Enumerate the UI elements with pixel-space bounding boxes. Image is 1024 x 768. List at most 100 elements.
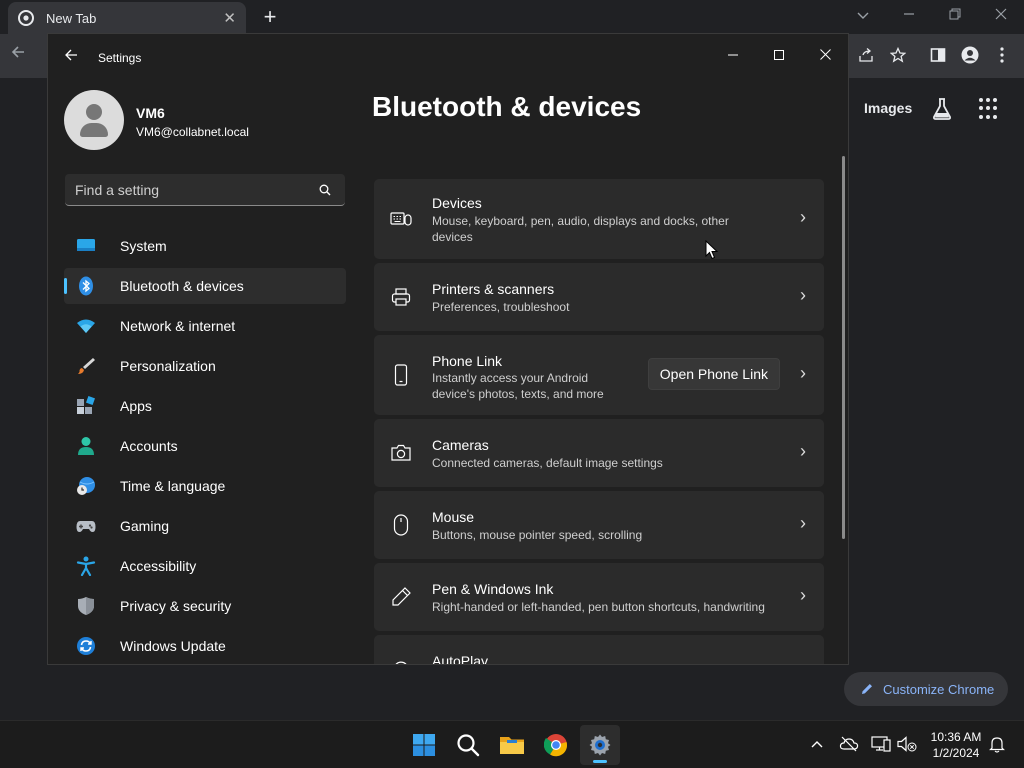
- autoplay-card[interactable]: AutoPlay ›: [374, 635, 824, 665]
- chevron-right-icon: ›: [800, 363, 806, 383]
- settings-search-box[interactable]: [65, 174, 345, 206]
- settings-back-icon[interactable]: [64, 48, 78, 67]
- settings-search-input[interactable]: [75, 181, 313, 198]
- card-subtitle: Mouse, keyboard, pen, audio, displays an…: [432, 214, 729, 228]
- chrome-tab-search-icon[interactable]: [840, 4, 886, 28]
- network-icon[interactable]: [870, 733, 892, 755]
- labs-flask-icon[interactable]: [931, 97, 953, 121]
- customize-chrome-button[interactable]: Customize Chrome: [844, 672, 1008, 706]
- chrome-side-panel-icon[interactable]: [927, 44, 949, 66]
- card-title: Cameras: [432, 437, 489, 453]
- brush-icon: [76, 356, 96, 376]
- chrome-tab[interactable]: New Tab ✕: [8, 2, 246, 34]
- open-phone-link-button[interactable]: Open Phone Link: [647, 358, 780, 390]
- phone-icon: [390, 364, 412, 386]
- settings-taskbar-button[interactable]: [580, 725, 620, 765]
- nav-item-gaming[interactable]: Gaming: [64, 508, 346, 544]
- nav-item-windows-update[interactable]: Windows Update: [64, 628, 346, 664]
- nav-label: Gaming: [120, 518, 170, 534]
- clock-date: 1/2/2024: [932, 746, 980, 760]
- clock-time: 10:36 AM: [930, 730, 982, 744]
- bluetooth-icon: [76, 276, 96, 296]
- chrome-bookmark-star-icon[interactable]: [887, 44, 909, 66]
- chrome-profile-icon[interactable]: [959, 44, 981, 66]
- nav-item-system[interactable]: System: [64, 228, 346, 264]
- nav-item-network[interactable]: Network & internet: [64, 308, 346, 344]
- pencil-icon: [862, 684, 872, 694]
- settings-minimize-icon[interactable]: [710, 40, 756, 72]
- nav-item-bluetooth-devices[interactable]: Bluetooth & devices: [64, 268, 346, 304]
- nav-item-privacy-security[interactable]: Privacy & security: [64, 588, 346, 624]
- file-explorer-button[interactable]: [492, 725, 532, 765]
- chrome-logo-icon: [544, 734, 568, 757]
- onedrive-offline-icon[interactable]: [838, 733, 860, 755]
- chevron-right-icon: ›: [800, 657, 806, 664]
- nav-label: Bluetooth & devices: [120, 278, 244, 294]
- nav-label: Accessibility: [120, 558, 197, 574]
- nav-label: Network & internet: [120, 318, 236, 334]
- card-subtitle: Instantly access your Android: [432, 371, 589, 385]
- notification-bell-icon[interactable]: [986, 733, 1008, 755]
- search-button[interactable]: [448, 725, 488, 765]
- printers-scanners-card[interactable]: Printers & scanners Preferences, trouble…: [374, 263, 824, 331]
- chrome-restore-icon[interactable]: [932, 4, 978, 28]
- settings-window-title: Settings: [98, 51, 142, 65]
- nav-item-accessibility[interactable]: Accessibility: [64, 548, 346, 584]
- gear-icon: [589, 734, 611, 756]
- globe-clock-icon: [76, 476, 96, 496]
- ntp-images-link[interactable]: Images: [864, 100, 912, 116]
- accessibility-icon: [76, 556, 96, 576]
- cameras-card[interactable]: Cameras Connected cameras, default image…: [374, 419, 824, 487]
- show-hidden-icons-chevron-up-icon[interactable]: [806, 733, 828, 755]
- mouse-cursor-icon: [705, 240, 719, 260]
- card-subtitle: Right-handed or left-handed, pen button …: [432, 600, 765, 614]
- controller-icon: [76, 516, 96, 536]
- profile-name: VM6: [136, 105, 165, 121]
- start-button[interactable]: [404, 725, 444, 765]
- chrome-minimize-icon[interactable]: [886, 4, 932, 28]
- apps-icon: [76, 396, 96, 416]
- google-apps-icon[interactable]: [979, 98, 1001, 120]
- card-title: AutoPlay: [432, 653, 489, 665]
- pen-windows-ink-card[interactable]: Pen & Windows Ink Right-handed or left-h…: [374, 563, 824, 631]
- chrome-back-icon[interactable]: [10, 44, 26, 65]
- settings-maximize-icon[interactable]: [756, 40, 802, 72]
- chrome-menu-icon[interactable]: [991, 44, 1013, 66]
- nav-item-apps[interactable]: Apps: [64, 388, 346, 424]
- card-subtitle: Connected cameras, default image setting…: [432, 456, 663, 470]
- nav-item-accounts[interactable]: Accounts: [64, 428, 346, 464]
- card-title: Devices: [432, 195, 482, 211]
- content-scrollbar[interactable]: [842, 156, 845, 539]
- chrome-tab-close-icon[interactable]: ✕: [223, 9, 236, 27]
- chevron-right-icon: ›: [800, 207, 806, 227]
- volume-muted-icon[interactable]: [896, 733, 918, 755]
- chevron-right-icon: ›: [800, 285, 806, 305]
- devices-card[interactable]: Devices Mouse, keyboard, pen, audio, dis…: [374, 179, 824, 259]
- devices-icon: [390, 208, 412, 230]
- chevron-right-icon: ›: [800, 513, 806, 533]
- settings-window: Settings VM6 VM6@collabnet.local System: [47, 33, 849, 665]
- chevron-right-icon: ›: [800, 585, 806, 605]
- folder-icon: [500, 737, 524, 754]
- nav-item-time-language[interactable]: Time & language: [64, 468, 346, 504]
- taskbar-clock[interactable]: 10:36 AM 1/2/2024: [922, 729, 990, 761]
- windows-logo-icon: [413, 734, 435, 756]
- chrome-taskbar-button[interactable]: [536, 725, 576, 765]
- card-subtitle: Preferences, troubleshoot: [432, 300, 570, 314]
- mouse-card[interactable]: Mouse Buttons, mouse pointer speed, scro…: [374, 491, 824, 559]
- chrome-close-icon[interactable]: [978, 4, 1024, 28]
- pen-icon: [390, 586, 412, 608]
- nav-label: Time & language: [120, 478, 226, 494]
- mouse-icon: [390, 514, 412, 536]
- settings-close-icon[interactable]: [802, 40, 848, 72]
- chrome-share-icon[interactable]: [855, 44, 877, 66]
- nav-label: Privacy & security: [120, 598, 232, 614]
- nav-item-personalization[interactable]: Personalization: [64, 348, 346, 384]
- nav-label: Personalization: [120, 358, 216, 374]
- chrome-new-tab-icon[interactable]: +: [258, 5, 282, 29]
- system-icon: [76, 236, 96, 256]
- phone-link-card[interactable]: Phone Link Instantly access your Android…: [374, 335, 824, 415]
- chrome-favicon-icon: [18, 10, 34, 26]
- search-icon[interactable]: [313, 178, 337, 202]
- user-profile[interactable]: VM6 VM6@collabnet.local: [64, 90, 344, 152]
